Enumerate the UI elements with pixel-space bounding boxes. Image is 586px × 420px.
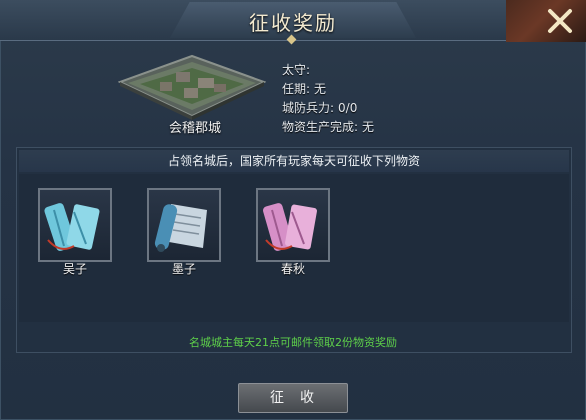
info-term: 任期: 无: [282, 80, 326, 97]
reward-note: 名城城主每天21点可邮件领取2份物资奖励: [189, 336, 397, 349]
info-label: 物资生产完成:: [282, 120, 359, 134]
close-button[interactable]: [538, 2, 582, 40]
pink-scroll-icon: [262, 203, 317, 251]
info-value: 无: [362, 120, 375, 134]
close-icon: [548, 9, 572, 33]
blue-scroll-icon: [154, 204, 207, 252]
title-bar: 征收奖励: [0, 0, 586, 45]
reward-item-label: 春秋: [280, 262, 305, 276]
reward-item-mozi[interactable]: [147, 188, 221, 262]
city-image: [117, 54, 267, 122]
reward-item-wuzi[interactable]: [38, 188, 112, 262]
info-production: 物资生产完成: 无: [282, 118, 374, 135]
reward-item-label: 吴子: [62, 262, 87, 276]
info-defense: 城防兵力: 0/0: [282, 99, 357, 116]
info-label: 任期:: [282, 82, 311, 96]
city-name: 会稽郡城: [168, 121, 221, 136]
info-label: 城防兵力:: [282, 101, 335, 115]
info-value: 无: [314, 82, 327, 96]
info-value: 0/0: [338, 101, 358, 115]
teal-scroll-icon: [44, 203, 100, 251]
reward-item-chunqiu[interactable]: [256, 188, 330, 262]
info-governor: 太守:: [282, 61, 314, 78]
reward-description: 占领名城后，国家所有玩家每天可征收下列物资: [19, 150, 569, 172]
dialog-title: 征收奖励: [249, 11, 337, 35]
collect-button[interactable]: 征收: [238, 383, 348, 413]
info-label: 太守:: [282, 63, 311, 77]
reward-item-label: 墨子: [171, 262, 196, 276]
